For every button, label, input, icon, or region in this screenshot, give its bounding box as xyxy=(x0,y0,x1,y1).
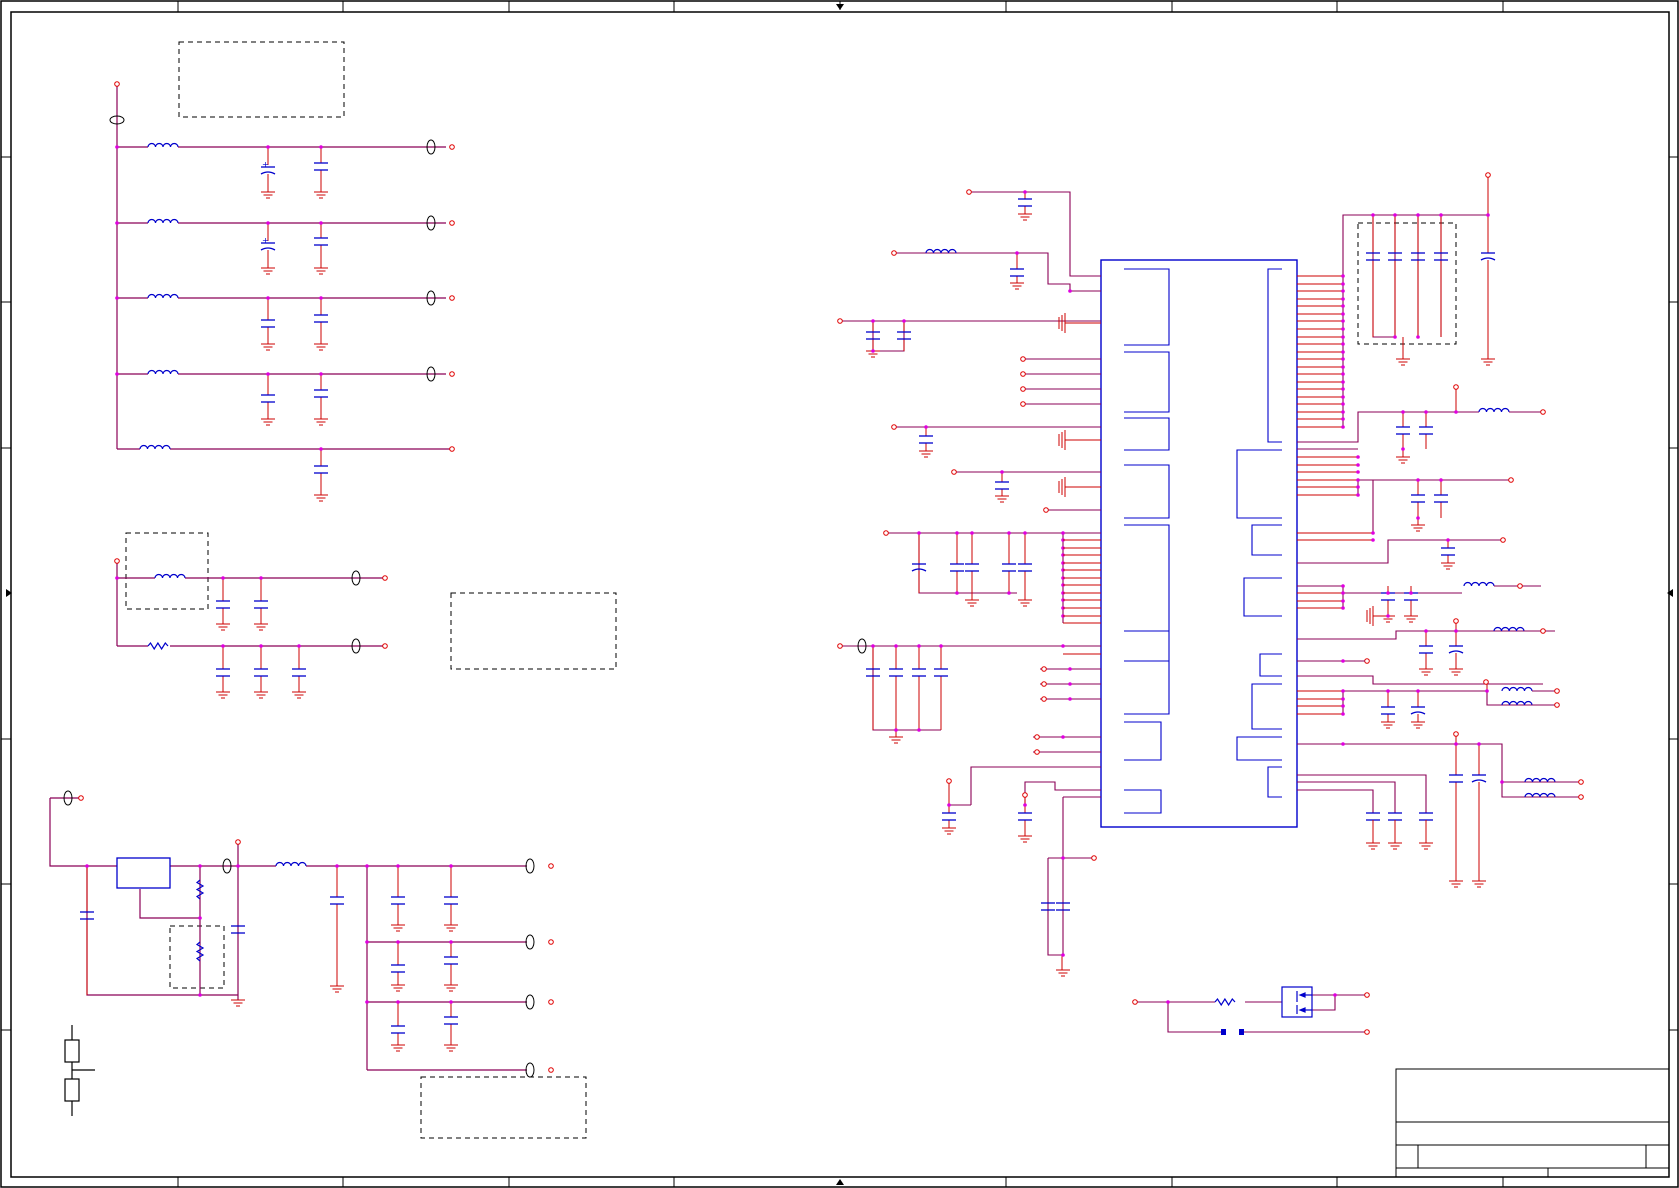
terminal-icon xyxy=(837,189,1097,861)
resistor-icon xyxy=(147,641,169,651)
net-tie-icon xyxy=(351,570,361,654)
schematic-sheet: + + xyxy=(0,0,1679,1188)
svg-text:+: + xyxy=(262,160,269,169)
jumper-icon xyxy=(1221,1029,1244,1035)
capacitor-icon xyxy=(80,896,458,1034)
terminal-icon xyxy=(114,81,455,452)
inductor-icon xyxy=(139,142,179,450)
dashed-note-boxes xyxy=(125,41,1457,1139)
mechanical-symbol xyxy=(64,1025,95,1116)
capacitor-icon: + + xyxy=(260,160,328,474)
regulator-section xyxy=(49,790,554,1078)
inductor-icon xyxy=(275,861,307,867)
sheet-frame xyxy=(0,0,1679,1188)
junction-dot xyxy=(1341,213,1504,784)
terminal-icon xyxy=(78,795,554,1073)
capacitor-icon xyxy=(866,198,1070,911)
ground-icon xyxy=(1366,358,1495,888)
power-filter-section: + + xyxy=(109,81,455,502)
capacitor-icon xyxy=(1366,252,1496,821)
ground-icon xyxy=(231,924,458,1052)
switch-circuit xyxy=(1132,986,1370,1035)
main-ic xyxy=(1100,259,1298,828)
ic-left-wiring xyxy=(837,189,1101,977)
resistor-icon xyxy=(1214,997,1236,1007)
ic-right-wiring xyxy=(1297,172,1584,888)
terminal-icon xyxy=(114,558,388,649)
regulator-ic xyxy=(116,857,171,889)
title-block xyxy=(1395,1068,1670,1178)
mid-filter-section xyxy=(114,558,388,699)
net-tie-icon xyxy=(63,790,535,1078)
svg-text:+: + xyxy=(262,236,269,245)
ground-icon xyxy=(866,213,1101,977)
inductor-icon xyxy=(154,573,186,579)
inductor-icon xyxy=(1463,407,1556,798)
mosfet-icon xyxy=(1281,986,1313,1018)
frame-zone-ticks xyxy=(1,1,1678,1187)
